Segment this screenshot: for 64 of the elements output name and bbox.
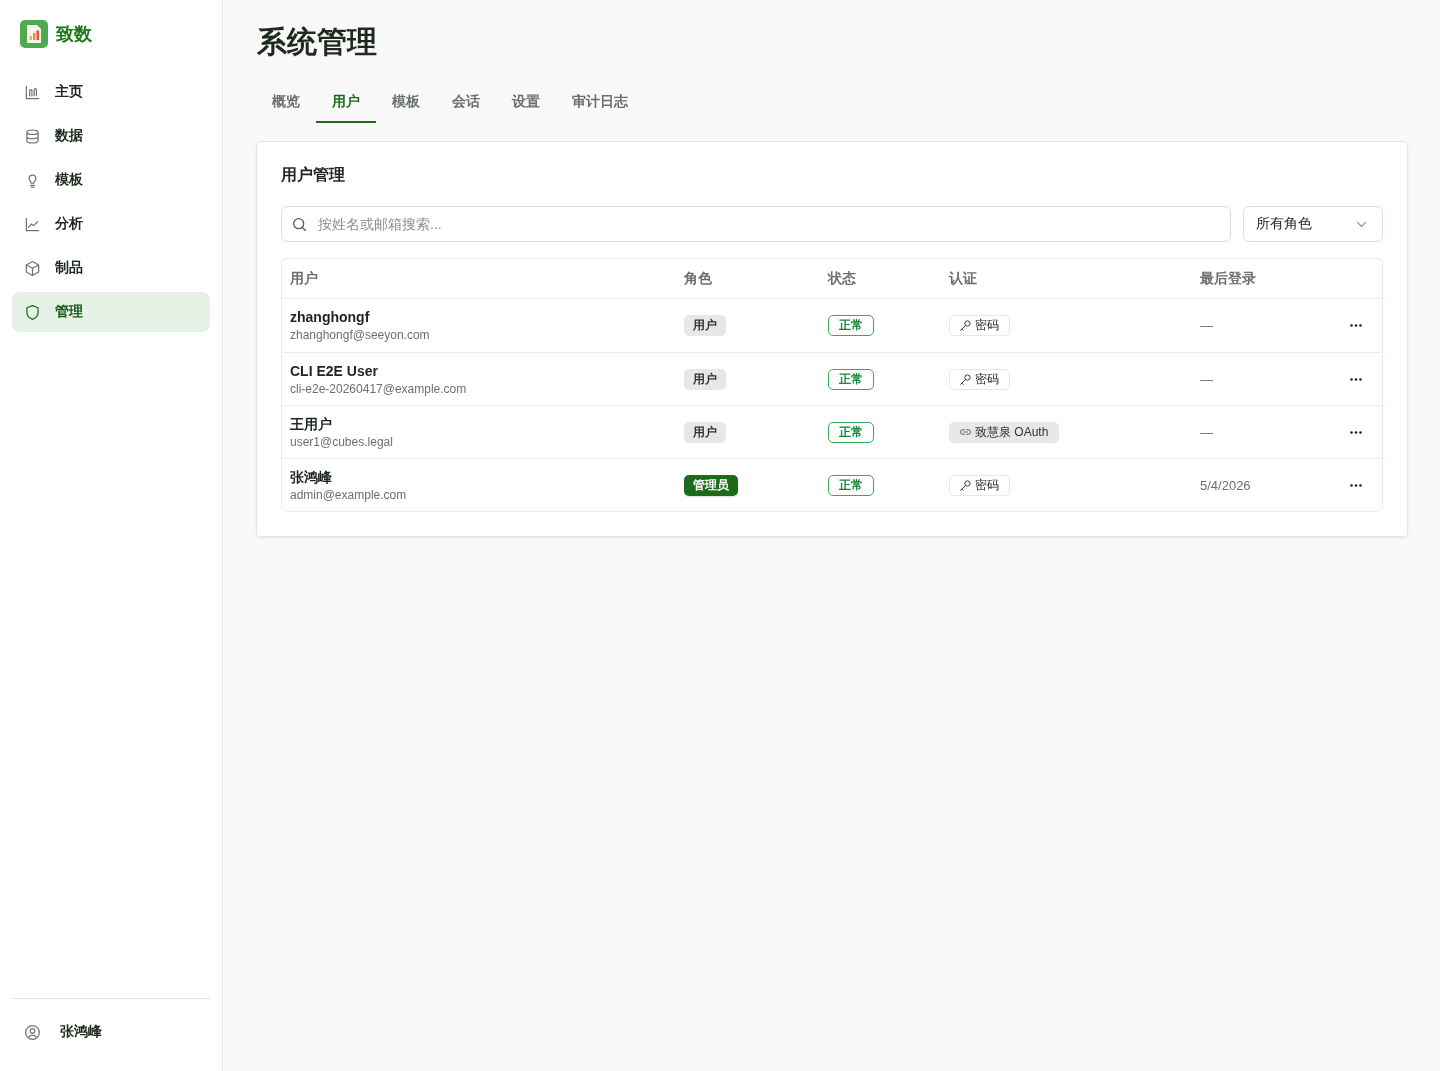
- shield-icon: [25, 304, 40, 320]
- bar-chart-icon: [25, 84, 40, 100]
- tab[interactable]: 用户: [316, 83, 376, 123]
- user-avatar-icon: [25, 1024, 40, 1040]
- column-header: 状态: [828, 269, 856, 288]
- role-filter-dropdown[interactable]: 所有角色: [1243, 206, 1383, 242]
- last-login-text: —: [1200, 424, 1213, 440]
- more-icon[interactable]: [1350, 430, 1362, 434]
- column-header: 认证: [949, 269, 977, 288]
- panel-title: 用户管理: [281, 165, 346, 185]
- status-badge: 正常: [828, 421, 874, 443]
- key-icon: [960, 320, 971, 331]
- nav-item[interactable]: 主页: [12, 72, 210, 112]
- user-email: cli-e2e-20260417@example.com: [290, 380, 467, 397]
- link-icon: [960, 429, 971, 435]
- search-icon: [293, 217, 306, 231]
- nav-item[interactable]: 数据: [12, 116, 210, 156]
- column-header: 用户: [290, 269, 318, 288]
- tab[interactable]: 模板: [376, 83, 436, 123]
- status-badge: 正常: [828, 315, 874, 336]
- tab[interactable]: 审计日志: [556, 83, 644, 123]
- user-name: CLI E2E User: [290, 361, 378, 380]
- column-header: 角色: [684, 269, 712, 288]
- user-name: 王用户: [290, 414, 332, 433]
- user-menu[interactable]: 张鸿峰: [12, 1012, 210, 1052]
- nav-item[interactable]: 模板: [12, 160, 210, 200]
- key-icon: [960, 373, 971, 385]
- cube-icon: [25, 260, 40, 276]
- more-icon[interactable]: [1350, 324, 1362, 327]
- role-badge: 用户: [684, 421, 726, 443]
- role-badge: 用户: [684, 368, 726, 390]
- database-icon: [25, 128, 40, 144]
- key-icon: [960, 479, 971, 491]
- search-field[interactable]: 按姓名或邮箱搜索...: [281, 206, 1231, 242]
- column-header: 最后登录: [1200, 269, 1256, 288]
- last-login-text: —: [1200, 371, 1213, 387]
- auth-method-text: 密码: [975, 317, 999, 334]
- page-title: 系统管理: [256, 24, 378, 60]
- status-badge: 正常: [828, 368, 874, 390]
- user-name: zhanghongf: [290, 308, 370, 326]
- user-email: zhanghongf@seeyon.com: [290, 327, 430, 343]
- nav-item[interactable]: 分析: [12, 204, 210, 244]
- user-email: user1@cubes.legal: [290, 433, 393, 450]
- auth-method-text: 密码: [975, 370, 999, 388]
- tab[interactable]: 概览: [256, 83, 316, 123]
- brand-name: 致数: [56, 23, 92, 46]
- logo-icon: [20, 20, 48, 48]
- last-login-text: 5/4/2026: [1200, 477, 1251, 493]
- nav-item[interactable]: 管理: [12, 292, 210, 332]
- more-icon[interactable]: [1350, 377, 1362, 381]
- tab[interactable]: 会话: [436, 83, 496, 123]
- role-badge: 用户: [684, 315, 726, 336]
- auth-method-text: 密码: [975, 476, 999, 494]
- role-badge: 管理员: [684, 474, 738, 496]
- line-chart-icon: [25, 216, 40, 232]
- user-email: admin@example.com: [290, 486, 407, 503]
- more-icon[interactable]: [1350, 483, 1362, 487]
- status-badge: 正常: [828, 474, 874, 496]
- nav-item[interactable]: 制品: [12, 248, 210, 288]
- auth-method-text: 致慧泉 OAuth: [975, 423, 1049, 441]
- chevron-down-icon: [1357, 221, 1366, 227]
- last-login-text: —: [1200, 318, 1213, 333]
- tab[interactable]: 设置: [496, 83, 556, 123]
- user-name: 张鸿峰: [290, 467, 332, 486]
